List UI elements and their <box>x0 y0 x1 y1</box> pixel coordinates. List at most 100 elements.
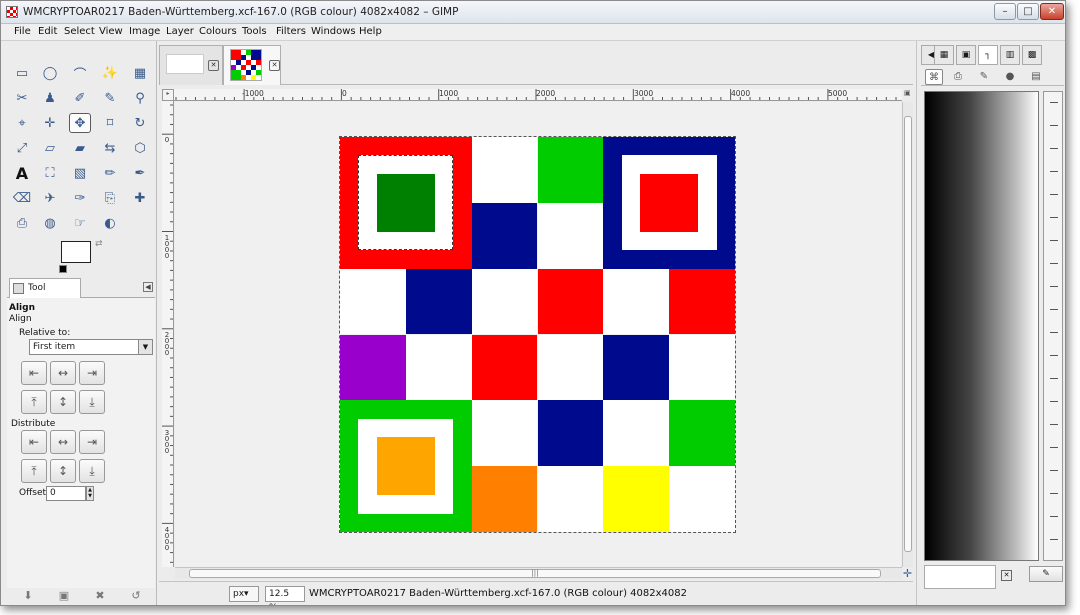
distribute-top-button[interactable]: ⤒ <box>21 459 47 483</box>
palettes-tab-icon[interactable]: ▩ <box>1022 45 1042 65</box>
align-icon[interactable]: ✥ <box>69 113 91 133</box>
gradients-tab-icon[interactable]: ▥ <box>1000 45 1020 65</box>
flip-icon[interactable]: ⇆ <box>99 138 121 158</box>
menu-help[interactable]: Help <box>359 26 382 37</box>
brush-subtab-icon[interactable]: ✎ <box>975 69 993 85</box>
vertical-scrollbar[interactable] <box>902 102 913 567</box>
tab-menu-icon[interactable]: ◀ <box>143 282 153 292</box>
fuzzy-select-icon[interactable]: ✨ <box>99 63 121 83</box>
perspective-clone-icon[interactable]: ⎙ <box>11 213 33 233</box>
paths-icon[interactable]: ✐ <box>69 88 91 108</box>
scale-icon[interactable]: ⤢ <box>11 138 33 158</box>
foreground-select-icon[interactable]: ♟ <box>39 88 61 108</box>
canvas-area[interactable] <box>175 102 901 567</box>
close-button[interactable]: ✕ <box>1040 3 1064 20</box>
ink-icon[interactable]: ✑ <box>69 188 91 208</box>
color-select-icon[interactable]: ▦ <box>129 63 151 83</box>
bucket-fill-icon[interactable]: ⛶ <box>39 163 61 183</box>
delete-options-icon[interactable]: ✖ <box>93 589 107 603</box>
align-left-button[interactable]: ⇤ <box>21 361 47 385</box>
offset-input[interactable]: 0 ▲ ▼ <box>46 486 94 501</box>
maximize-button[interactable]: □ <box>1017 3 1039 20</box>
close-icon[interactable]: ✕ <box>208 60 219 71</box>
colors-subtab-icon[interactable]: ● <box>1001 69 1019 85</box>
vertical-scroll-thumb[interactable] <box>904 116 912 552</box>
align-middle-button[interactable]: ↕ <box>50 390 76 414</box>
swap-colors-icon[interactable]: ⇄ <box>95 239 103 249</box>
menu-edit[interactable]: Edit <box>38 26 57 37</box>
patterns-tab-icon[interactable]: ▦ <box>934 45 954 65</box>
close-icon[interactable]: ✕ <box>1001 570 1012 581</box>
align-top-button[interactable]: ⤒ <box>21 390 47 414</box>
rect-select-icon[interactable]: ▭ <box>11 63 33 83</box>
scissors-select-icon[interactable]: ✂ <box>11 88 33 108</box>
reset-options-icon[interactable]: ↺ <box>129 589 143 603</box>
distribute-center-button[interactable]: ↔ <box>50 430 76 454</box>
eraser-icon[interactable]: ⌫ <box>11 188 33 208</box>
image-canvas[interactable] <box>339 136 736 533</box>
navigate-icon[interactable]: ✛ <box>901 567 914 580</box>
distribute-right-button[interactable]: ⇥ <box>79 430 105 454</box>
paths-tab-icon[interactable]: ┐ <box>978 45 998 65</box>
align-right-button[interactable]: ⇥ <box>79 361 105 385</box>
layers-subtab-icon[interactable]: ⌘ <box>925 69 943 85</box>
palette-subtab-icon[interactable]: ▤ <box>1027 69 1045 85</box>
horizontal-ruler[interactable]: -1000 0 1000 2000 3000 4000 5000 <box>174 89 902 101</box>
smudge-icon[interactable]: ☞ <box>69 213 91 233</box>
pencil-icon[interactable]: ✏ <box>99 163 121 183</box>
distribute-bottom-button[interactable]: ⤓ <box>79 459 105 483</box>
default-colors-icon[interactable] <box>59 265 67 273</box>
horizontal-scrollbar[interactable]: ||| <box>175 567 902 579</box>
measure-icon[interactable]: ⌖ <box>11 113 33 133</box>
restore-options-icon[interactable]: ▣ <box>57 589 71 603</box>
ellipse-select-icon[interactable]: ◯ <box>39 63 61 83</box>
dock-scrollbar[interactable] <box>1043 91 1063 561</box>
text-icon[interactable]: A <box>11 163 33 183</box>
align-center-button[interactable]: ↔ <box>50 361 76 385</box>
menu-colours[interactable]: Colours <box>199 26 237 37</box>
menu-layer[interactable]: Layer <box>166 26 194 37</box>
menu-file[interactable]: File <box>14 26 31 37</box>
blur-icon[interactable]: ◍ <box>39 213 61 233</box>
clone-icon[interactable]: ⎘ <box>99 188 121 208</box>
unit-select[interactable]: px▾ <box>229 586 259 602</box>
dock-name-field[interactable] <box>924 565 996 589</box>
menu-image[interactable]: Image <box>129 26 160 37</box>
distribute-left-button[interactable]: ⇤ <box>21 430 47 454</box>
airbrush-icon[interactable]: ✈ <box>39 188 61 208</box>
image-tab-active[interactable]: ✕ <box>223 45 281 85</box>
edit-gradient-button[interactable]: ✎ <box>1029 566 1063 582</box>
distribute-middle-button[interactable]: ↕ <box>50 459 76 483</box>
menu-select[interactable]: Select <box>64 26 95 37</box>
crop-icon[interactable]: ⌑ <box>99 113 121 133</box>
color-picker-icon[interactable]: ✎ <box>99 88 121 108</box>
zoom-icon[interactable]: ⚲ <box>129 88 151 108</box>
channels-subtab-icon[interactable]: ⎙ <box>949 69 967 85</box>
foreground-color-swatch[interactable] <box>61 241 91 263</box>
zoom-toggle-icon[interactable]: ▣ <box>904 89 913 99</box>
spin-arrows-icon[interactable]: ▲ ▼ <box>86 486 94 501</box>
heal-icon[interactable]: ✚ <box>129 188 151 208</box>
vertical-ruler[interactable]: 0 1000 2000 3000 4000 <box>162 101 174 567</box>
ruler-corner-icon[interactable]: ▸ <box>162 89 174 101</box>
menu-view[interactable]: View <box>99 26 123 37</box>
free-select-icon[interactable]: ⌒ <box>69 63 91 83</box>
horizontal-scroll-thumb[interactable]: ||| <box>189 569 881 578</box>
close-icon[interactable]: ✕ <box>269 60 280 71</box>
cage-icon[interactable]: ⬡ <box>129 138 151 158</box>
image-tab-blank[interactable]: ✕ <box>159 45 223 85</box>
rotate-icon[interactable]: ↻ <box>129 113 151 133</box>
menu-filters[interactable]: Filters <box>276 26 306 37</box>
tab-tool-options[interactable]: Tool Options <box>9 278 81 311</box>
save-options-icon[interactable]: ⬇ <box>21 589 35 603</box>
blend-icon[interactable]: ▧ <box>69 163 91 183</box>
paintbrush-icon[interactable]: ✒ <box>129 163 151 183</box>
shear-icon[interactable]: ▱ <box>39 138 61 158</box>
dodge-burn-icon[interactable]: ◐ <box>99 213 121 233</box>
relative-to-select[interactable]: First item ▼ <box>29 339 153 355</box>
gradient-preview[interactable] <box>924 91 1039 561</box>
perspective-icon[interactable]: ▰ <box>69 138 91 158</box>
move-icon[interactable]: ✛ <box>39 113 61 133</box>
align-bottom-button[interactable]: ⤓ <box>79 390 105 414</box>
brushes-tab-icon[interactable]: ▣ <box>956 45 976 65</box>
